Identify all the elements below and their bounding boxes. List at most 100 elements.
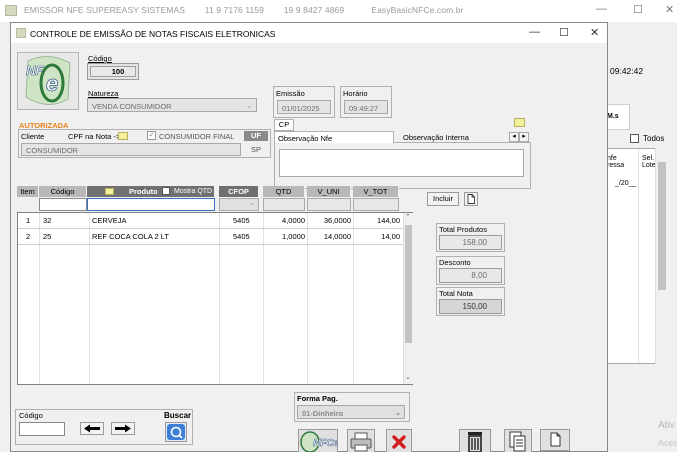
outer-grid-scrollbar[interactable] <box>655 148 667 364</box>
print-button[interactable] <box>347 429 375 452</box>
windows-watermark-1: Ativ <box>658 420 675 431</box>
outer-tab[interactable]: M.s <box>606 104 630 130</box>
outer-tab-label: M.s <box>607 113 619 120</box>
consumidor-final-label: CONSUMIDOR FINAL <box>159 132 235 141</box>
documents-icon <box>509 431 526 452</box>
col-header-produto-label: Produto <box>129 187 158 196</box>
outer-grid-row: _/20__ <box>615 180 637 187</box>
footer-search-group: Código Buscar <box>15 409 193 445</box>
trash-icon <box>468 432 482 452</box>
outer-right-panel: 09:42:42 M.s Todos nfe ressa Sel. Lote _… <box>606 22 677 452</box>
entry-v-uni-input[interactable] <box>307 198 351 211</box>
tab-scroll-right-button[interactable]: ▸ <box>519 132 529 142</box>
windows-watermark-2: Aces <box>658 438 677 448</box>
outer-grid-header-1: nfe ressa <box>607 155 625 169</box>
next-button[interactable] <box>111 422 135 435</box>
obs-toggle[interactable] <box>514 118 525 127</box>
dialog-icon <box>16 28 26 38</box>
natureza-select[interactable]: VENDA CONSUMIDOR ⌄ <box>87 98 257 112</box>
horario-field[interactable]: 09:49:27 <box>344 100 388 114</box>
entry-qtd-input[interactable] <box>263 198 305 211</box>
arrow-left-icon <box>84 424 100 433</box>
total-nota-field: 150,00 <box>439 299 502 314</box>
nfe-logo-icon: NF e <box>17 52 79 110</box>
printer-icon <box>350 432 372 452</box>
entry-produto-input[interactable] <box>87 198 215 211</box>
cliente-field[interactable]: CONSUMIDOR <box>21 143 241 156</box>
mostra-qtd-checkbox[interactable] <box>162 187 170 195</box>
nfce-label: NFCe <box>313 438 337 449</box>
scroll-down-icon[interactable]: ⌄ <box>405 373 411 381</box>
entry-codigo-input[interactable] <box>39 198 87 211</box>
outer-close-button[interactable]: ✕ <box>665 3 674 16</box>
items-grid[interactable]: 1 32 CERVEJA 5405 4,0000 36,0000 144,00 … <box>17 212 413 385</box>
outer-minimize-button[interactable]: — <box>596 3 607 15</box>
tab-scroll-left-button[interactable]: ◂ <box>509 132 519 142</box>
incluir-button[interactable]: Incluir <box>427 192 459 206</box>
dialog-maximize-button[interactable]: ☐ <box>559 26 569 39</box>
tab-observacao-nfe[interactable]: Observação Nfe <box>274 131 394 143</box>
row-1-codigo: 32 <box>43 216 52 225</box>
outer-title-phone1: 11 9 7176 1159 <box>204 5 265 15</box>
forma-pag-select[interactable]: 01-Dinheiro ⌄ <box>297 405 405 419</box>
row-1-produto: CERVEJA <box>92 216 127 225</box>
row-2-v-uni: 14,0000 <box>323 232 351 241</box>
observacao-textarea[interactable] <box>279 149 524 177</box>
emissao-label: Emissão <box>276 89 305 98</box>
scroll-up-icon[interactable]: ⌃ <box>405 213 411 221</box>
total-nota-group: Total Nota 150,00 <box>436 287 505 316</box>
buscar-button[interactable] <box>165 422 187 442</box>
previous-button[interactable] <box>80 422 104 435</box>
cliente-label: Cliente <box>21 132 45 141</box>
codigo-box: 100 <box>87 63 139 80</box>
col-header-v-uni: V_UNI <box>307 186 351 197</box>
outer-title-bar: EMISSOR NFE SUPEREASY SISTEMAS 11 9 7176… <box>0 0 677 22</box>
todos-checkbox[interactable] <box>630 134 639 143</box>
emissao-group: Emissão 01/01/2025 <box>273 86 335 118</box>
emissao-field[interactable]: 01/01/2025 <box>277 100 331 114</box>
items-grid-scroll-thumb[interactable] <box>405 225 412 343</box>
total-produtos-label: Total Produtos <box>439 225 487 234</box>
row-2-cfop: 5405 <box>233 232 250 241</box>
uf-label: UF <box>244 131 268 141</box>
entry-v-tot-input[interactable] <box>353 198 399 211</box>
nfce-button[interactable]: NFCe <box>298 429 340 452</box>
items-grid-scrollbar[interactable]: ⌃ ⌄ <box>403 213 413 384</box>
svg-text:e: e <box>46 71 58 96</box>
new-item-button[interactable] <box>464 192 478 206</box>
row-2-v-tot: 14,00 <box>381 232 400 241</box>
cpf-toggle[interactable] <box>118 132 128 140</box>
col-header-codigo: Código <box>39 186 87 197</box>
new-button[interactable] <box>540 429 570 451</box>
svg-text:NF: NF <box>26 63 44 78</box>
arrow-right-icon <box>115 424 131 433</box>
tab-observacao-interna[interactable]: Observação Interna <box>400 132 472 143</box>
consumidor-final-checkbox[interactable]: ✓ <box>147 131 156 140</box>
buscar-label: Buscar <box>164 411 192 420</box>
footer-codigo-input[interactable] <box>19 422 65 436</box>
delete-button[interactable] <box>459 429 491 452</box>
entry-cfop-select[interactable]: ⌄ <box>219 198 259 211</box>
tab-cp[interactable]: CP <box>274 119 294 131</box>
natureza-label: Natureza <box>88 89 119 98</box>
cancel-button[interactable] <box>386 429 412 452</box>
dialog-minimize-button[interactable]: — <box>529 26 540 38</box>
outer-grid-scroll-thumb[interactable] <box>658 162 666 290</box>
dialog-close-button[interactable]: ✕ <box>590 26 599 39</box>
dialog-title: CONTROLE DE EMISSÃO DE NOTAS FISCAIS ELE… <box>30 29 276 39</box>
codigo-field[interactable]: 100 <box>90 66 136 77</box>
table-row[interactable]: 1 32 CERVEJA 5405 4,0000 36,0000 144,00 <box>18 213 403 228</box>
uf-field[interactable]: SP <box>244 143 268 156</box>
produto-toggle[interactable] <box>105 188 114 195</box>
outer-maximize-button[interactable]: ☐ <box>633 3 643 16</box>
desconto-field[interactable]: 8,00 <box>439 268 502 283</box>
nfce-icon: NFCe <box>300 431 340 452</box>
chevron-down-icon: ⌄ <box>249 200 255 207</box>
row-1-qtd: 4,0000 <box>282 216 305 225</box>
app-icon <box>5 5 17 16</box>
chevron-down-icon: ⌄ <box>394 408 401 417</box>
copy-button[interactable] <box>504 429 532 452</box>
table-row[interactable]: 2 25 REF COCA COLA 2 LT 5405 1,0000 14,0… <box>18 229 403 244</box>
total-nota-label: Total Nota <box>439 289 473 298</box>
cliente-group: Cliente CPF na Nota -> ✓ CONSUMIDOR FINA… <box>18 129 271 158</box>
